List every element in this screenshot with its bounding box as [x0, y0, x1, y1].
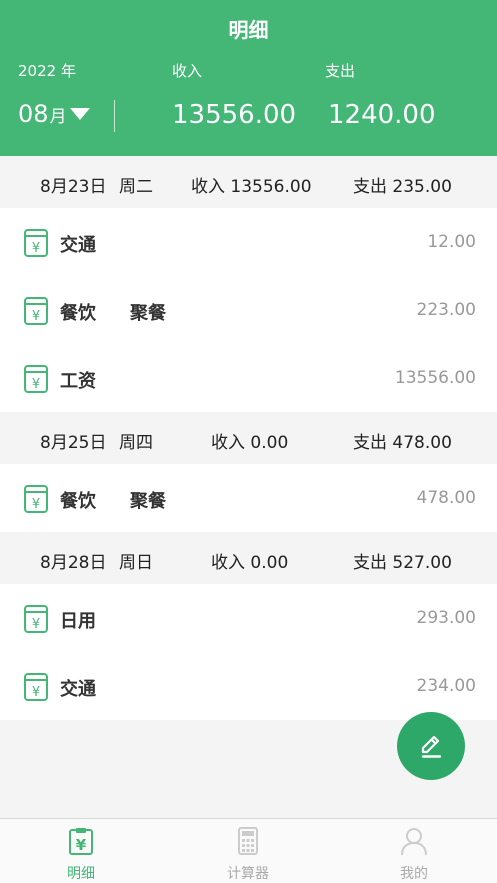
envelope-yen-icon: ¥ [24, 229, 48, 257]
tab-detail[interactable]: ¥ 明细 [21, 819, 141, 883]
list-item[interactable]: ¥ 日用 293.00 [0, 584, 497, 652]
day-weekday: 周日 [119, 553, 153, 573]
list-item[interactable]: ¥ 餐饮 聚餐 478.00 [0, 464, 497, 532]
user-icon [401, 828, 427, 856]
month-picker[interactable]: 08 月 [18, 100, 90, 128]
day-date: 8月23日 [40, 177, 107, 197]
item-category: 交通 [60, 679, 96, 700]
income-label: 收入 [172, 62, 203, 80]
item-amount: 478.00 [416, 488, 476, 508]
svg-text:¥: ¥ [32, 617, 40, 632]
transaction-list: 8月23日 周二 收入 13556.00 支出 235.00 ¥ 交通 12.0… [0, 156, 497, 720]
month-value: 08 [18, 100, 49, 128]
income-total: 13556.00 [172, 100, 297, 130]
day-expense: 支出 527.00 [353, 553, 452, 573]
svg-text:¥: ¥ [32, 241, 40, 256]
svg-text:¥: ¥ [32, 377, 40, 392]
envelope-yen-icon: ¥ [24, 485, 48, 513]
item-note: 聚餐 [130, 491, 166, 512]
tab-calculator[interactable]: 计算器 [188, 819, 308, 883]
item-category: 餐饮 [60, 303, 96, 324]
header-divider [114, 100, 115, 132]
day-weekday: 周四 [119, 433, 153, 453]
item-amount: 12.00 [427, 232, 476, 252]
page-title: 明细 [228, 18, 269, 42]
pencil-icon [421, 735, 442, 758]
list-item[interactable]: ¥ 餐饮 聚餐 223.00 [0, 276, 497, 344]
tab-mine[interactable]: 我的 [354, 819, 474, 883]
calculator-icon [238, 827, 258, 855]
ledger-icon: ¥ [69, 828, 93, 855]
day-header: 8月23日 周二 收入 13556.00 支出 235.00 [0, 156, 497, 208]
day-expense: 支出 235.00 [353, 177, 452, 197]
item-note: 聚餐 [130, 303, 166, 324]
envelope-yen-icon: ¥ [24, 673, 48, 701]
item-amount: 13556.00 [394, 368, 476, 388]
envelope-yen-icon: ¥ [24, 365, 48, 393]
item-category: 工资 [60, 371, 96, 392]
day-header: 8月28日 周日 收入 0.00 支出 527.00 [0, 532, 497, 584]
header-bar: 明细 2022 年 收入 支出 08 月 13556.00 1240.00 [0, 0, 497, 156]
expense-total: 1240.00 [328, 100, 436, 130]
envelope-yen-icon: ¥ [24, 297, 48, 325]
item-amount: 234.00 [416, 676, 476, 696]
tab-label: 明细 [67, 866, 95, 882]
year-label[interactable]: 2022 年 [18, 60, 76, 81]
svg-text:¥: ¥ [32, 497, 40, 512]
add-record-button[interactable] [397, 712, 465, 780]
svg-text:¥: ¥ [76, 836, 87, 854]
day-expense: 支出 478.00 [353, 433, 452, 453]
list-item[interactable]: ¥ 工资 13556.00 [0, 344, 497, 412]
svg-text:¥: ¥ [32, 309, 40, 324]
item-category: 日用 [60, 611, 96, 632]
day-date: 8月25日 [40, 433, 107, 453]
envelope-yen-icon: ¥ [24, 605, 48, 633]
day-weekday: 周二 [119, 177, 153, 197]
list-item[interactable]: ¥ 交通 234.00 [0, 652, 497, 720]
item-category: 餐饮 [60, 491, 96, 512]
tab-label: 计算器 [227, 866, 269, 882]
day-income: 收入 13556.00 [191, 177, 312, 197]
month-unit: 月 [49, 106, 67, 127]
dropdown-triangle-icon [69, 108, 90, 120]
item-amount: 293.00 [416, 608, 476, 628]
svg-text:¥: ¥ [32, 685, 40, 700]
day-income: 收入 0.00 [211, 433, 289, 453]
day-income: 收入 0.00 [211, 553, 289, 573]
list-item[interactable]: ¥ 交通 12.00 [0, 208, 497, 276]
day-header: 8月25日 周四 收入 0.00 支出 478.00 [0, 412, 497, 464]
item-amount: 223.00 [416, 300, 476, 320]
day-date: 8月28日 [40, 553, 107, 573]
tab-bar: ¥ 明细 计算器 我的 [0, 818, 497, 883]
tab-label: 我的 [400, 866, 428, 882]
item-category: 交通 [60, 235, 96, 256]
expense-label: 支出 [325, 62, 356, 80]
